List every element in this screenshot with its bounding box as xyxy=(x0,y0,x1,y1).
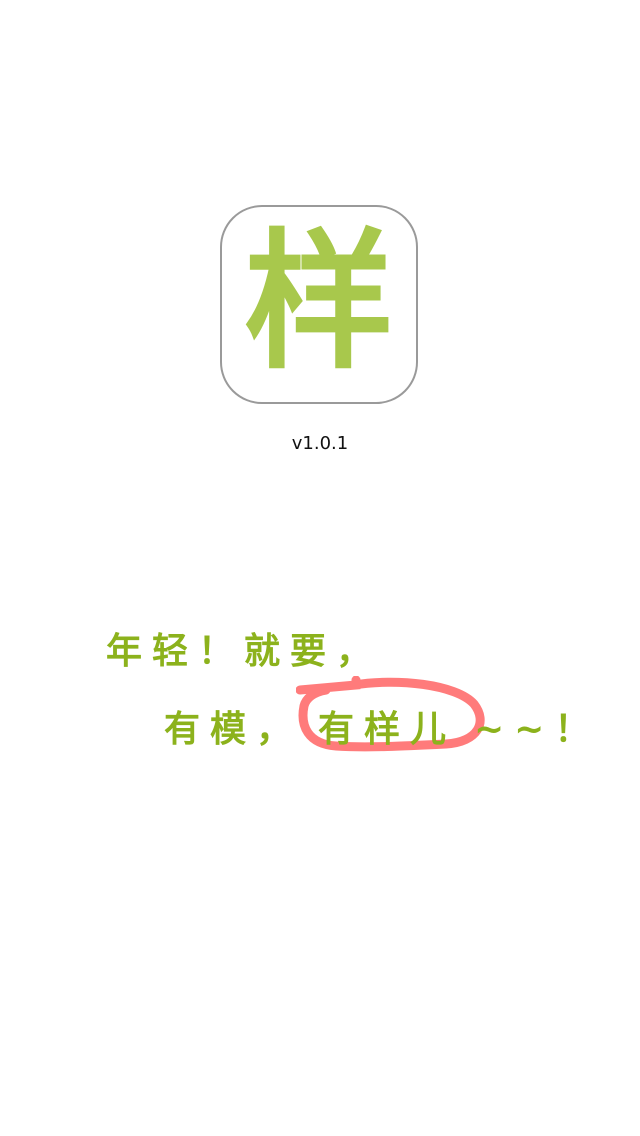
slogan-line-2-highlight: 有样儿 xyxy=(318,709,457,750)
version-label: v1.0.1 xyxy=(291,433,349,454)
slogan-line-2-suffix: ~~！ xyxy=(474,709,601,750)
slogan-line-2-prefix: 有模， xyxy=(164,709,303,750)
app-logo: 样 xyxy=(220,205,418,404)
slogan-line-1: 年轻！就要， xyxy=(106,631,383,672)
logo-character: 样 xyxy=(243,215,394,390)
